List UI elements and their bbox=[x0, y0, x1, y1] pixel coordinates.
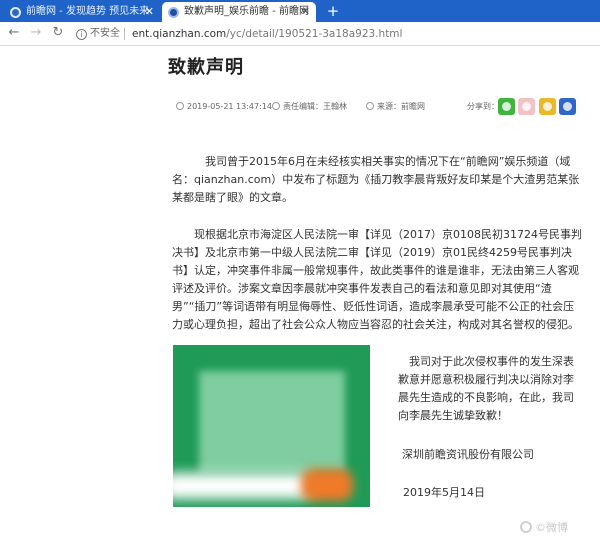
signature-company: 深圳前瞻资讯股份有限公司 bbox=[402, 448, 534, 461]
weibo-share-icon[interactable] bbox=[518, 98, 535, 115]
page-title: 致歉声明 bbox=[168, 57, 244, 78]
forward-arrow-icon[interactable]: → bbox=[28, 25, 44, 41]
browser-tab-bar: 前瞻网 - 发现趋势 预见未来 ✕ 致歉声明_娱乐前瞻 - 前瞻网 ✕ + bbox=[0, 0, 600, 22]
url-host: ent.qianzhan.com bbox=[132, 28, 227, 40]
article-source: 来源：前瞻网 bbox=[366, 101, 425, 113]
baidu-share-icon[interactable] bbox=[559, 98, 576, 115]
qzone-share-icon[interactable] bbox=[539, 98, 556, 115]
article-datetime: 2019-05-21 13:47:14 bbox=[176, 101, 272, 113]
url-path: /yc/detail/190521-3a18a923.html bbox=[226, 28, 403, 40]
photo-white-smear bbox=[173, 473, 313, 499]
photo-orange-blot bbox=[301, 469, 353, 501]
reload-icon[interactable]: ↻ bbox=[50, 25, 66, 41]
info-icon: i bbox=[76, 29, 87, 40]
photo-inner-region bbox=[199, 371, 345, 473]
close-icon[interactable]: ✕ bbox=[301, 2, 310, 22]
close-icon[interactable]: ✕ bbox=[145, 2, 154, 22]
paragraph-2: 现根据北京市海淀区人民法院一审【详见（2017）京0108民初31724号民事判… bbox=[172, 228, 582, 331]
site-favicon-icon bbox=[168, 7, 179, 18]
address-bar: ← → ↻ i 不安全 ent.qianzhan.com/yc/detail/19… bbox=[0, 22, 600, 46]
back-arrow-icon[interactable]: ← bbox=[6, 25, 22, 41]
clock-icon bbox=[176, 102, 184, 110]
weibo-logo-icon bbox=[520, 521, 532, 533]
tab-title: 致歉声明_娱乐前瞻 - 前瞻网 bbox=[184, 6, 309, 17]
security-label: 不安全 bbox=[90, 28, 120, 39]
blurred-photo bbox=[173, 345, 370, 507]
paragraph-1: 我司曾于2015年6月在未经核实相关事实的情况下在“前瞻网”娱乐频道（域名：qi… bbox=[172, 155, 580, 204]
paragraph-3: 我司对于此次侵权事件的发生深表歉意并愿意积极履行判决以消除对李晨先生造成的不良影… bbox=[398, 355, 574, 422]
source-text: 来源：前瞻网 bbox=[377, 102, 425, 111]
article-editor: 责任编辑：王翰林 bbox=[272, 101, 347, 113]
tab-qianzhan-home[interactable]: 前瞻网 - 发现趋势 预见未来 ✕ bbox=[4, 2, 160, 22]
url-separator bbox=[124, 28, 125, 40]
security-indicator[interactable]: i 不安全 bbox=[76, 27, 120, 41]
site-favicon-icon bbox=[10, 7, 21, 18]
wechat-share-icon[interactable] bbox=[498, 98, 515, 115]
share-label: 分享到： bbox=[467, 102, 499, 111]
signature-date: 2019年5月14日 bbox=[403, 486, 485, 499]
new-tab-button[interactable]: + bbox=[324, 2, 342, 20]
watermark-text: ©微博 bbox=[535, 521, 568, 534]
tab-apology-article[interactable]: 致歉声明_娱乐前瞻 - 前瞻网 ✕ bbox=[162, 2, 316, 22]
url-field[interactable]: ent.qianzhan.com/yc/detail/190521-3a18a9… bbox=[132, 27, 402, 41]
user-icon bbox=[272, 102, 280, 110]
tab-title: 前瞻网 - 发现趋势 预见未来 bbox=[26, 6, 150, 17]
weibo-watermark: ©微博 bbox=[520, 519, 568, 535]
link-icon bbox=[366, 102, 374, 110]
editor-text: 责任编辑：王翰林 bbox=[283, 102, 347, 111]
datetime-text: 2019-05-21 13:47:14 bbox=[187, 102, 272, 111]
